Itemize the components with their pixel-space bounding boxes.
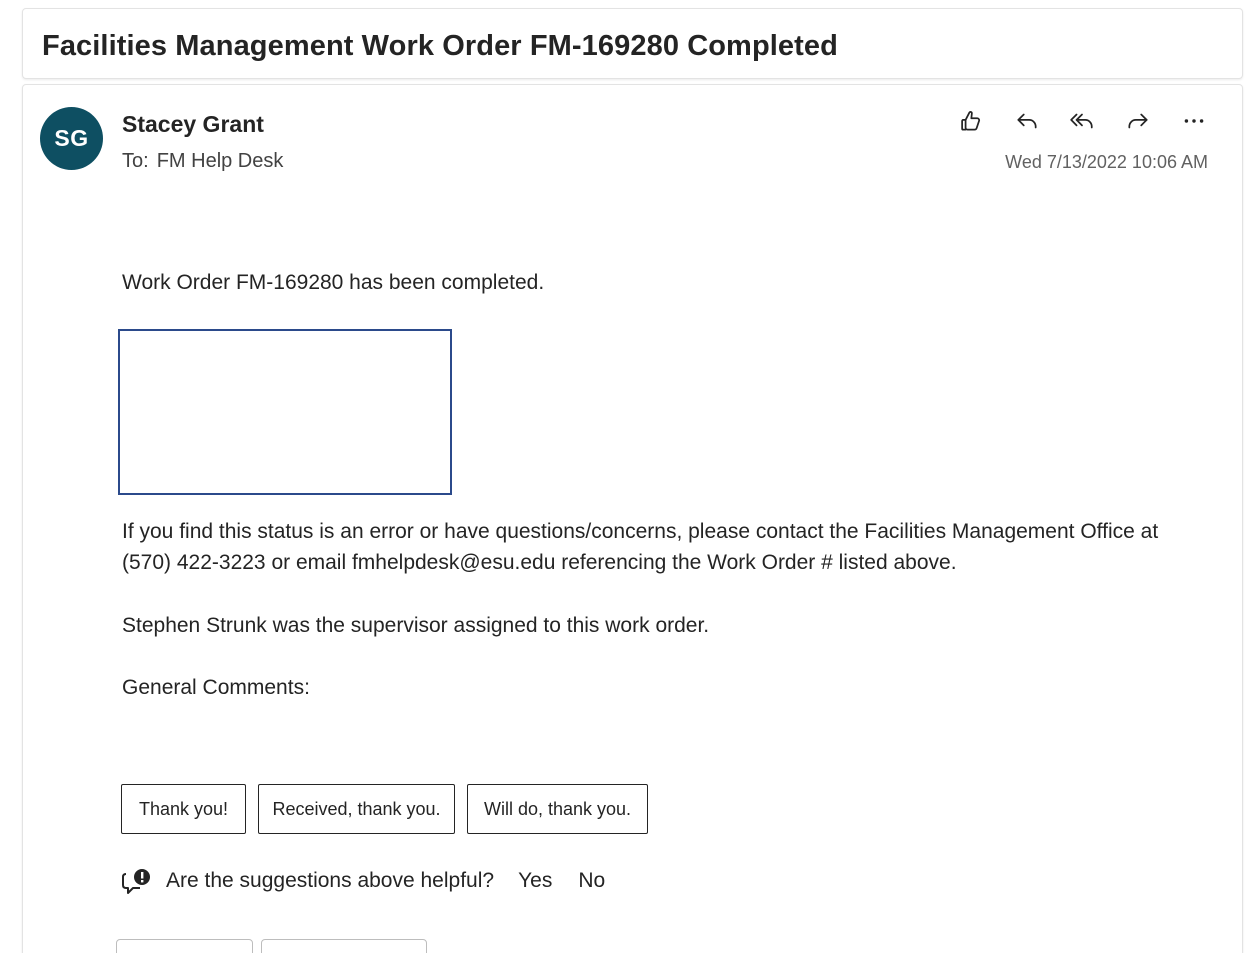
recipient-line: To: FM Help Desk [122,150,283,173]
suggestion-feedback: Are the suggestions above helpful? Yes N… [120,866,605,896]
forward-icon [1128,113,1148,129]
reply-all-button[interactable] [1067,106,1097,136]
forward-action-button[interactable] [261,939,427,953]
recipient-name[interactable]: FM Help Desk [157,150,284,172]
more-actions-button[interactable] [1179,106,1209,136]
avatar[interactable]: SG [40,107,103,170]
body-paragraph-contact: If you find this status is an error or h… [122,520,1159,574]
subject-header: Facilities Management Work Order FM-1692… [22,8,1243,79]
suggested-reply-will-do[interactable]: Will do, thank you. [467,784,648,834]
body-paragraph-completed: Work Order FM-169280 has been completed. [122,271,545,294]
thumbs-up-icon [961,111,981,131]
to-label: To: [122,150,149,172]
like-button[interactable] [956,106,986,136]
more-actions-icon [1184,119,1204,123]
forward-button[interactable] [1123,106,1153,136]
reply-button[interactable] [1012,106,1042,136]
suggested-reply-received[interactable]: Received, thank you. [258,784,455,834]
avatar-initials: SG [54,125,89,151]
body-paragraph-comments: General Comments: [122,676,310,699]
reply-all-icon [1070,113,1093,129]
reply-action-button[interactable] [116,939,253,953]
feedback-yes-link[interactable]: Yes [518,869,552,893]
suggested-reply-thank-you[interactable]: Thank you! [121,784,246,834]
sender-name[interactable]: Stacey Grant [122,111,264,138]
embedded-image [118,329,452,495]
email-subject: Facilities Management Work Order FM-1692… [42,30,838,62]
feedback-no-link[interactable]: No [578,869,605,893]
body-paragraph-supervisor: Stephen Strunk was the supervisor assign… [122,614,710,637]
reply-icon [1017,113,1037,129]
feedback-icon [120,866,154,896]
email-timestamp: Wed 7/13/2022 10:06 AM [1005,152,1208,172]
feedback-question: Are the suggestions above helpful? [166,869,495,892]
